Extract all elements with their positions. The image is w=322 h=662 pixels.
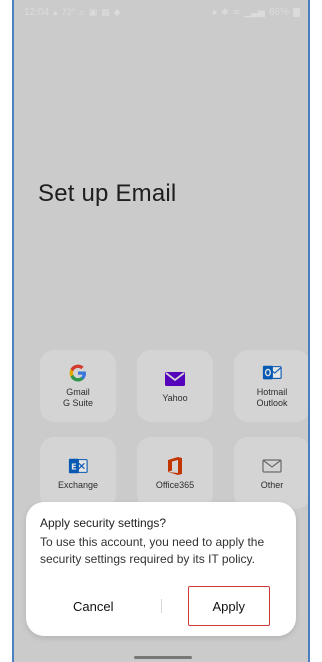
security-dialog: Apply security settings? To use this acc… (26, 502, 296, 636)
dialog-title: Apply security settings? (40, 516, 167, 530)
apply-button[interactable]: Apply (162, 586, 297, 626)
cancel-button[interactable]: Cancel (26, 586, 161, 626)
home-indicator (134, 656, 192, 659)
phone-frame: 12:04 ▴ 72° ⌂ ▣ ▦ ◆ ● ✱ ≋ ▁▃▅ 86% Set up… (12, 0, 310, 662)
dialog-message: To use this account, you need to apply t… (40, 535, 265, 566)
dialog-actions: Cancel Apply (26, 586, 296, 626)
screen: 12:04 ▴ 72° ⌂ ▣ ▦ ◆ ● ✱ ≋ ▁▃▅ 86% Set up… (14, 0, 308, 662)
apply-highlight-box (187, 586, 270, 626)
cancel-button-label: Cancel (73, 598, 114, 614)
